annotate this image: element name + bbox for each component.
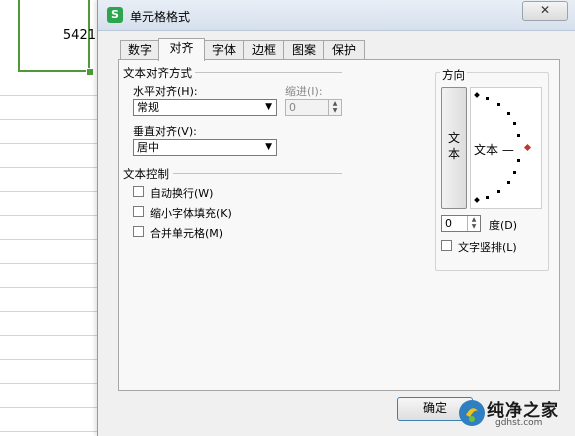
dropdown-arrow-icon: ▼: [265, 142, 272, 152]
shrink-to-fit-checkbox[interactable]: [133, 206, 144, 217]
tab-protection[interactable]: 保护: [323, 40, 365, 60]
text-control-heading: 文本控制: [123, 167, 169, 181]
vertical-text-char: 文: [447, 131, 460, 145]
merge-cells-option[interactable]: 合并单元格(M): [133, 224, 243, 240]
tab-number[interactable]: 数字: [120, 40, 160, 60]
wps-app-icon: S: [107, 7, 123, 23]
wrap-text-checkbox[interactable]: [133, 186, 144, 197]
shrink-to-fit-label: 缩小字体填充(K): [150, 207, 232, 220]
cell-value: 5421: [62, 28, 96, 43]
vertical-text-button[interactable]: 文 本: [441, 87, 467, 209]
dialog-titlebar[interactable]: S 单元格格式 ✕: [98, 0, 575, 31]
vertical-layout-checkbox[interactable]: [441, 240, 452, 251]
degree-label: 度(D): [489, 219, 518, 232]
format-cells-dialog: S 单元格格式 ✕ 数字 对齐 字体 边框 图案 保护 文本对齐方式 水平对齐(…: [97, 0, 575, 436]
horizontal-align-select[interactable]: 常规 ▼: [133, 99, 277, 116]
merge-cells-label: 合并单元格(M): [150, 227, 224, 240]
vertical-layout-label: 文字竖排(L): [458, 241, 517, 254]
indent-stepper[interactable]: 0 ▲ ▼: [285, 99, 342, 116]
close-icon: ✕: [539, 3, 551, 17]
text-alignment-heading: 文本对齐方式: [123, 66, 192, 80]
watermark-url: gdhst.com: [495, 418, 543, 428]
vertical-align-label: 垂直对齐(V):: [133, 125, 197, 138]
watermark-logo-icon: [459, 400, 485, 426]
dialog-title: 单元格格式: [130, 10, 191, 24]
indent-spin-buttons[interactable]: ▲ ▼: [328, 100, 341, 115]
merge-cells-checkbox[interactable]: [133, 226, 144, 237]
alignment-panel: 文本对齐方式 水平对齐(H): 常规 ▼ 缩进(I): 0 ▲ ▼ 垂直对齐(V)…: [118, 59, 560, 391]
vertical-align-select[interactable]: 居中 ▼: [133, 139, 277, 156]
wrap-text-option[interactable]: 自动换行(W): [133, 184, 243, 200]
degree-value: 0: [445, 217, 452, 230]
horizontal-align-value: 常规: [137, 101, 159, 114]
indent-value: 0: [289, 101, 296, 114]
watermark: 纯净之家 gdhst.com: [455, 393, 575, 436]
tab-pattern[interactable]: 图案: [283, 40, 325, 60]
indent-label: 缩进(I):: [285, 85, 323, 98]
dropdown-arrow-icon: ▼: [265, 102, 272, 112]
orientation-heading: 方向: [440, 67, 467, 83]
shrink-to-fit-option[interactable]: 缩小字体填充(K): [133, 204, 253, 220]
wrap-text-label: 自动换行(W): [150, 187, 214, 200]
divider: [173, 173, 342, 174]
vertical-layout-option[interactable]: 文字竖排(L): [441, 238, 541, 254]
orientation-dial[interactable]: 文本 —: [470, 87, 542, 209]
degree-spin-buttons[interactable]: ▲ ▼: [467, 216, 480, 231]
vertical-align-value: 居中: [137, 141, 159, 154]
dial-text: 文本 —: [474, 143, 514, 157]
selected-cell[interactable]: 5421: [18, 0, 96, 72]
tab-border[interactable]: 边框: [243, 40, 285, 60]
tab-alignment[interactable]: 对齐: [158, 38, 205, 61]
orientation-group: 方向 文 本 文本 — 0 ▲ ▼ 度(D) 文字竖排(L): [435, 67, 549, 271]
angle-marker-icon[interactable]: [523, 143, 532, 152]
vertical-text-char: 本: [447, 147, 460, 161]
tab-font[interactable]: 字体: [203, 40, 245, 60]
divider: [195, 72, 342, 73]
close-button[interactable]: ✕: [522, 1, 568, 21]
fill-handle[interactable]: [86, 68, 94, 76]
degree-stepper[interactable]: 0 ▲ ▼: [441, 215, 481, 232]
horizontal-align-label: 水平对齐(H):: [133, 85, 198, 98]
